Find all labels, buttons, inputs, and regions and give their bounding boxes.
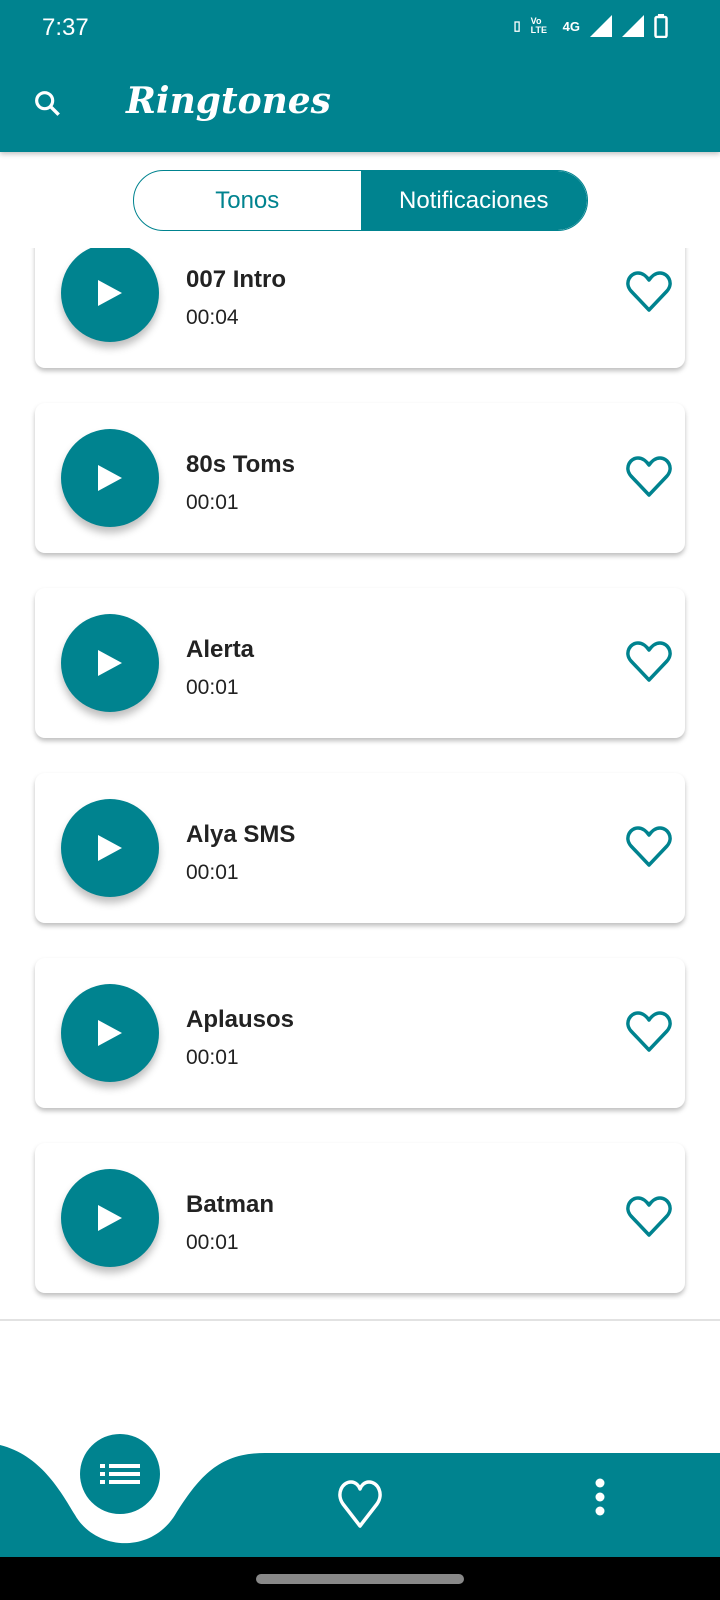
play-button[interactable] <box>61 1169 159 1267</box>
divider <box>0 1319 720 1321</box>
more-vert-icon[interactable] <box>595 1478 605 1516</box>
bottom-navigation <box>0 1434 720 1560</box>
ringtone-duration: 00:01 <box>186 861 239 884</box>
tab-switcher: Tonos Notificaciones <box>133 170 588 231</box>
favorite-heart-icon[interactable] <box>625 455 673 499</box>
favorite-heart-icon[interactable] <box>625 270 673 314</box>
ringtone-name: 80s Toms <box>186 451 295 478</box>
status-time: 7:37 <box>42 14 89 41</box>
ringtone-card[interactable]: Alerta 00:01 <box>35 588 685 738</box>
play-button[interactable] <box>61 429 159 527</box>
ringtone-card[interactable]: 80s Toms 00:01 <box>35 403 685 553</box>
ringtone-duration: 00:01 <box>186 491 239 514</box>
ringtone-duration: 00:04 <box>186 306 239 329</box>
play-icon <box>98 280 122 306</box>
ringtone-card[interactable]: Alya SMS 00:01 <box>35 773 685 923</box>
signal-icon <box>590 15 612 37</box>
ringtone-card[interactable]: Aplausos 00:01 <box>35 958 685 1108</box>
play-icon <box>98 835 122 861</box>
play-button[interactable] <box>61 984 159 1082</box>
ringtone-name: Alya SMS <box>186 821 296 848</box>
nav-list-button[interactable] <box>80 1434 160 1514</box>
play-button[interactable] <box>61 248 159 342</box>
play-button[interactable] <box>61 614 159 712</box>
play-icon <box>98 1020 122 1046</box>
ringtone-duration: 00:01 <box>186 1231 239 1254</box>
ringtone-name: Aplausos <box>186 1006 295 1033</box>
page-title: Ringtones <box>126 80 331 122</box>
status-icons: ▯ Vo LTE 4G <box>514 14 669 38</box>
signal-icon <box>622 15 644 37</box>
play-icon <box>98 650 122 676</box>
volte-icon: Vo LTE <box>530 16 547 35</box>
ringtone-name: 007 Intro <box>186 266 287 293</box>
ringtone-name: Batman <box>186 1191 275 1218</box>
ringtone-name: Alerta <box>186 636 255 663</box>
vibrate-icon: ▯ <box>513 18 521 33</box>
play-icon <box>98 1205 122 1231</box>
favorite-heart-icon[interactable] <box>625 1010 673 1054</box>
play-icon <box>98 465 122 491</box>
ringtone-list[interactable]: 007 Intro 00:04 80s Toms 00:01 Alerta 00… <box>0 248 720 1300</box>
network-label: 4G <box>562 18 580 34</box>
home-gesture-handle[interactable] <box>256 1574 464 1584</box>
ringtone-card[interactable]: 007 Intro 00:04 <box>35 248 685 368</box>
battery-icon <box>654 14 668 38</box>
play-button[interactable] <box>61 799 159 897</box>
app-bar: 7:37 ▯ Vo LTE 4G Ringtones <box>0 0 720 152</box>
ringtone-duration: 00:01 <box>186 676 239 699</box>
ringtone-card[interactable]: Batman 00:01 <box>35 1143 685 1293</box>
ringtone-duration: 00:01 <box>186 1046 239 1069</box>
favorite-heart-icon[interactable] <box>625 640 673 684</box>
search-icon[interactable] <box>32 88 64 120</box>
favorite-heart-icon[interactable] <box>625 1195 673 1239</box>
tab-notificaciones[interactable]: Notificaciones <box>360 171 587 230</box>
favorite-heart-icon[interactable] <box>625 825 673 869</box>
tab-tonos[interactable]: Tonos <box>134 171 361 230</box>
